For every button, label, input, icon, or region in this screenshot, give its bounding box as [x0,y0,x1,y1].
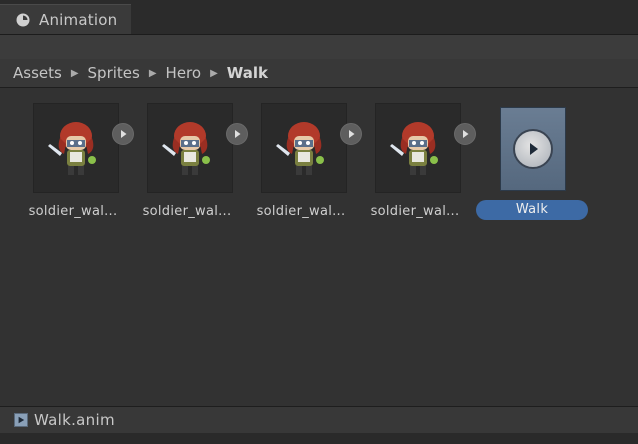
toolbar [0,34,638,60]
asset-label: soldier_wal... [370,204,460,219]
play-arrow-button[interactable] [226,123,248,145]
play-icon [513,129,553,169]
animation-clip-label[interactable]: Walk [476,200,588,220]
window-tab-bar: Animation [0,0,638,35]
breadcrumb-separator-icon: ▶ [148,67,157,79]
asset-label: soldier_wal... [142,204,232,219]
soldier-sprite-icon [390,122,438,175]
asset-label: soldier_wal... [28,204,118,219]
soldier-sprite-icon [276,122,324,175]
play-arrow-button[interactable] [454,123,476,145]
breadcrumb-separator-icon: ▶ [70,67,79,79]
tab-animation[interactable]: Animation [0,4,131,35]
animation-file-icon [14,413,28,427]
breadcrumb-hero[interactable]: Hero [166,64,202,82]
play-icon [235,130,241,138]
sprite-thumbnail[interactable] [261,103,347,193]
sprite-thumbnail[interactable] [33,103,119,193]
animation-clip-thumbnail[interactable] [500,107,566,191]
asset-label: soldier_wal... [256,204,346,219]
breadcrumb-separator-icon: ▶ [210,67,218,79]
play-icon [349,130,355,138]
asset-grid: soldier_wal... soldier_wal... soldier_wa… [0,88,638,406]
sprite-thumbnail[interactable] [375,103,461,193]
clock-icon [16,13,30,27]
breadcrumb-walk[interactable]: Walk [227,64,268,82]
status-bar: Walk.anim [0,406,638,433]
breadcrumb-assets[interactable]: Assets [13,64,62,82]
soldier-sprite-icon [162,122,210,175]
breadcrumb-sprites[interactable]: Sprites [88,64,140,82]
tab-title: Animation [39,11,118,29]
breadcrumb: Assets ▶ Sprites ▶ Hero ▶ Walk [0,59,638,88]
sprite-thumbnail[interactable] [147,103,233,193]
selected-file-label: Walk.anim [34,411,115,429]
play-icon [121,130,127,138]
play-icon [463,130,469,138]
window-bottom-edge [0,433,638,444]
play-arrow-button[interactable] [340,123,362,145]
soldier-sprite-icon [48,122,96,175]
play-arrow-button[interactable] [112,123,134,145]
